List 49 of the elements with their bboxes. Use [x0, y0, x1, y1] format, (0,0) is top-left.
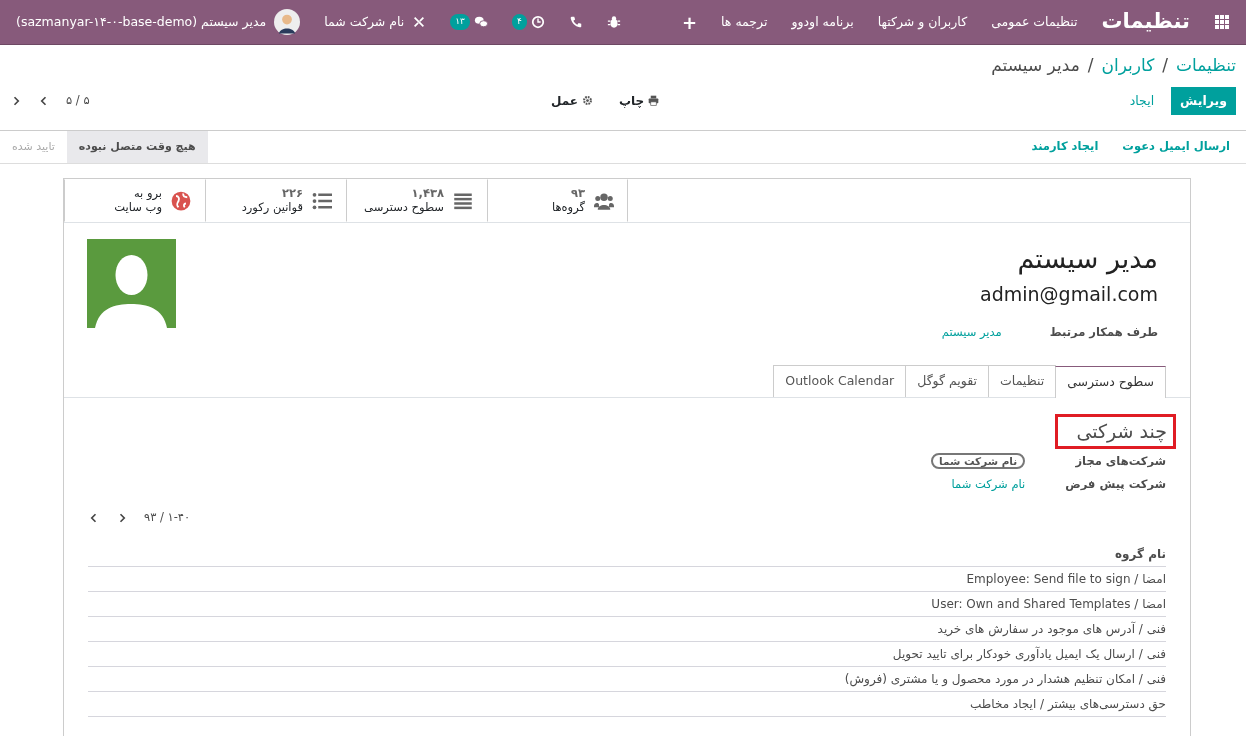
list-icon: [311, 190, 333, 211]
table-cell[interactable]: حق دسترسی‌های بیشتر / ایجاد مخاطب: [88, 691, 1166, 717]
field-label: طرف همکار مرتبط: [1049, 324, 1158, 341]
action-button[interactable]: چاپ: [618, 90, 661, 111]
field-label: شرکت‌های مجاز: [1074, 452, 1166, 470]
table-cell[interactable]: فنی / ارسال یک ایمیل یادآوری خودکار برای تایید تحویل: [88, 641, 1166, 667]
pager-value: ۱-۴۰ / ۹۳: [144, 509, 191, 526]
smart-button[interactable]: برو به وب سایت: [64, 179, 205, 222]
tab[interactable]: سطوح دسترسی: [1055, 366, 1166, 398]
table-cell[interactable]: فنی / آدرس های موجود در سفارش های خرید: [88, 616, 1166, 642]
column-header: نام گروه: [88, 542, 1166, 567]
company-tag: نام شرکت شما: [930, 452, 1026, 469]
company-name[interactable]: نام شرکت شما: [324, 12, 405, 32]
user-name[interactable]: مدیر سیستم (sazmanyar-۱۴-۰-base-demo): [16, 12, 267, 32]
chat-icon[interactable]: [473, 15, 488, 29]
clock-icon[interactable]: [530, 15, 545, 29]
breadcrumb-current: مدیر سیستم: [991, 54, 1080, 77]
table-cell[interactable]: امضا / User: Own and Shared Templates: [88, 591, 1166, 617]
avatar-icon[interactable]: [274, 9, 301, 35]
smart-button[interactable]: ۱,۴۳۸ سطوح دسترسی: [346, 179, 487, 222]
menu-item[interactable]: برنامه اودوو: [791, 12, 854, 32]
email-text: admin@gmail.com: [979, 281, 1158, 307]
menu-item[interactable]: تنظیمات عمومی: [991, 12, 1078, 32]
action-button[interactable]: عمل: [550, 90, 594, 111]
status-step[interactable]: هیچ وقت متصل نبوده: [66, 131, 208, 163]
tools-icon[interactable]: [412, 15, 427, 29]
globe-icon: [170, 190, 192, 211]
phone-icon[interactable]: [568, 15, 583, 29]
pager-value: ۵ / ۵: [66, 92, 90, 110]
section-title: چند شرکتی: [1055, 414, 1176, 449]
smart-button[interactable]: ۹۳ گروه‌ها: [487, 179, 628, 222]
table-cell[interactable]: امضا / Employee: Send file to sign: [88, 566, 1166, 592]
smart-button[interactable]: ۲۲۶ قوانین رکورد: [205, 179, 346, 222]
breadcrumb-separator: /: [1087, 54, 1094, 77]
field-label: شرکت پیش فرض: [1065, 475, 1166, 493]
counter-badge: ۱۳: [450, 14, 470, 30]
counter-badge: ۴: [511, 14, 527, 30]
record-title: مدیر سیستم: [1016, 242, 1158, 277]
tab[interactable]: Outlook Calendar: [773, 365, 907, 397]
app-title: تنظیمات: [1101, 8, 1190, 36]
print-icon: [648, 95, 660, 107]
breadcrumb-separator: /: [1162, 54, 1169, 77]
bug-icon[interactable]: [606, 15, 621, 29]
gear-icon: [582, 95, 593, 107]
menu-item[interactable]: ترجمه ها: [721, 12, 768, 32]
apps-menu-icon[interactable]: [1214, 14, 1230, 30]
menu-item[interactable]: +: [681, 8, 698, 36]
table-cell[interactable]: فنی / امکان تنظیم هشدار در مورد محصول و یا مشتری (فروش): [88, 666, 1166, 692]
menu-item[interactable]: کاربران و شرکتها: [877, 12, 968, 32]
